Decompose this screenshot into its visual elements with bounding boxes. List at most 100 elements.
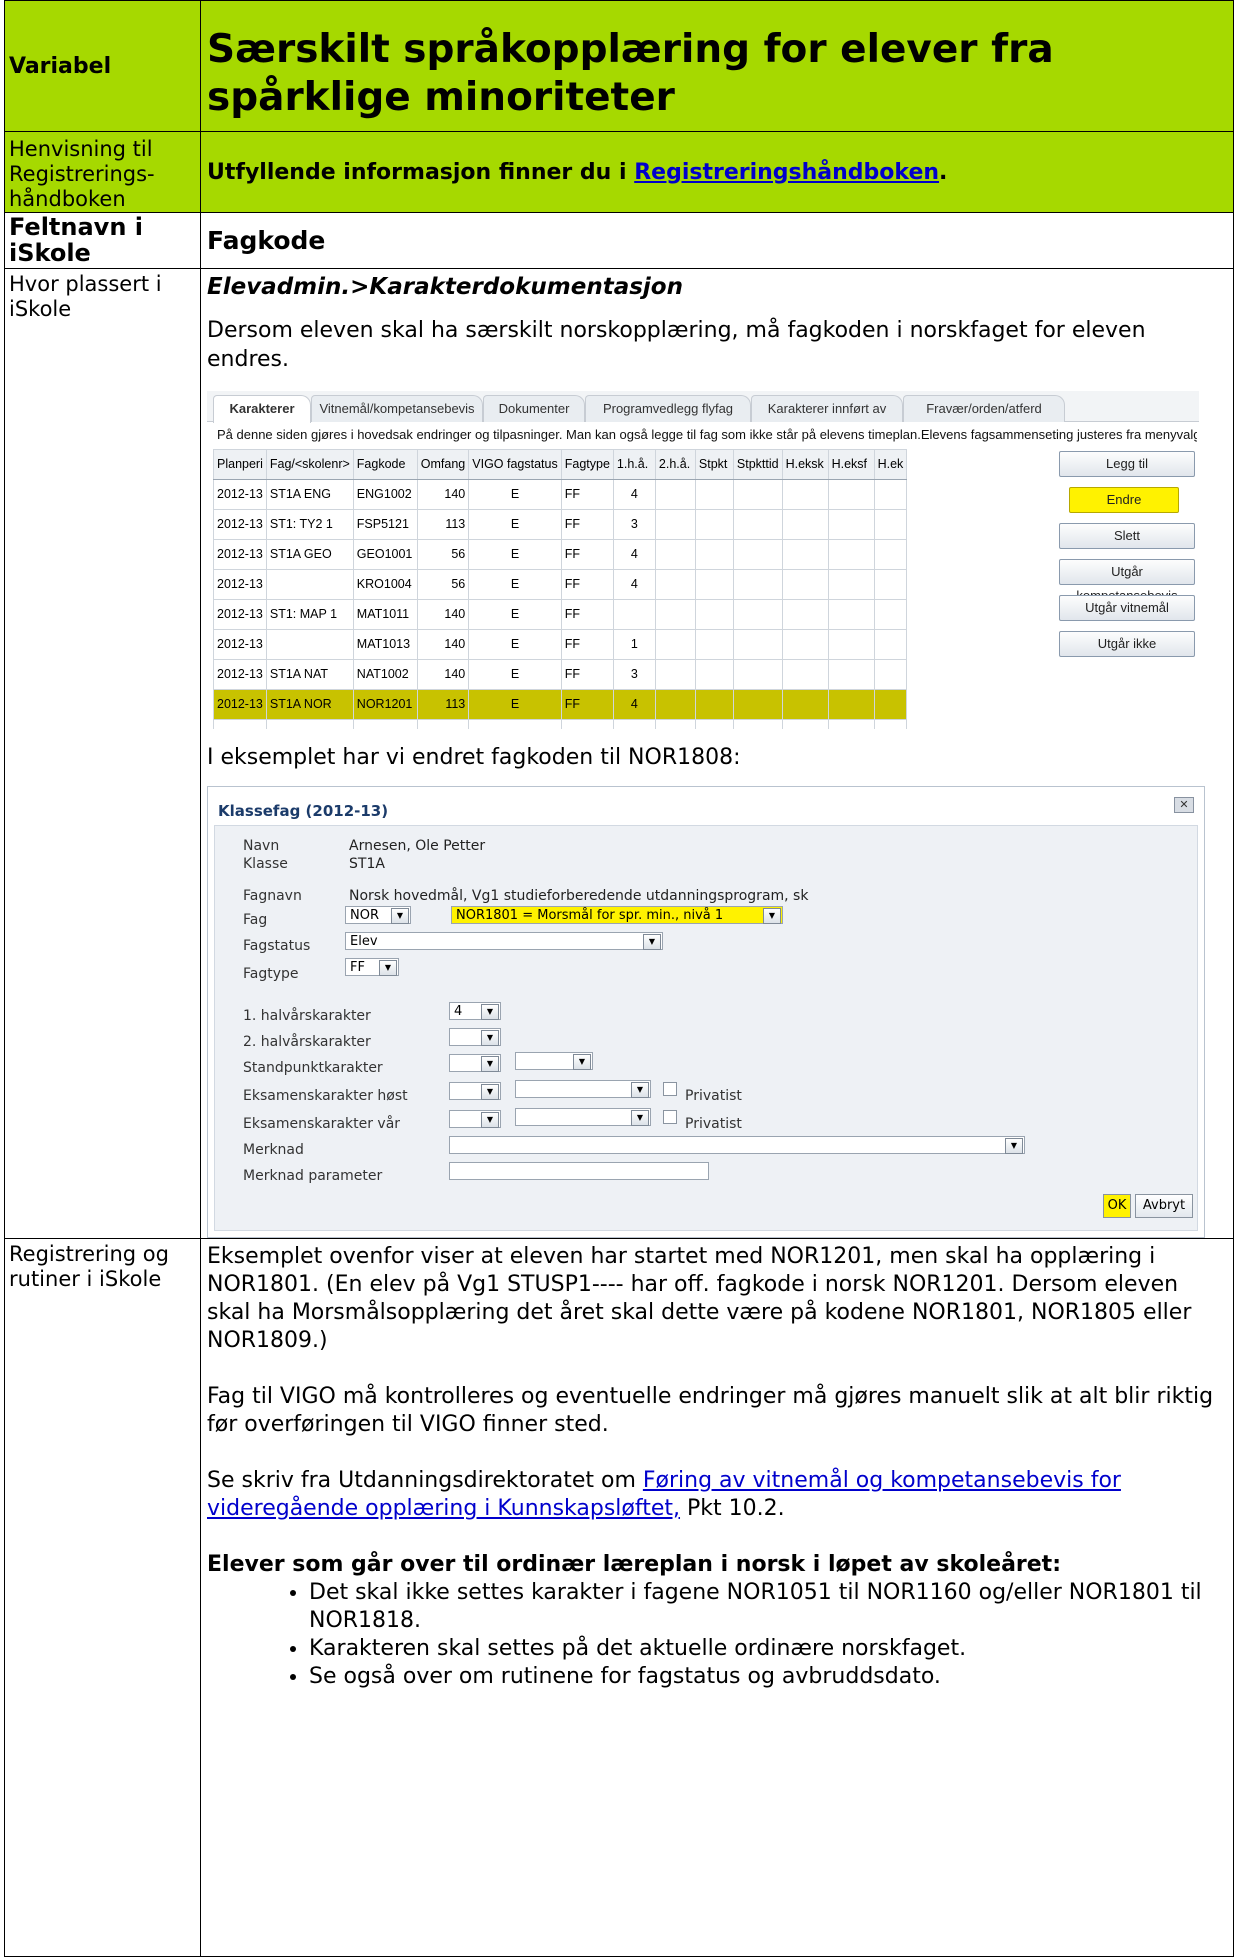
merknad-parameter-input[interactable] xyxy=(449,1162,709,1180)
privatist-var-checkbox[interactable] xyxy=(663,1110,677,1124)
slett-button[interactable]: Slett xyxy=(1059,523,1195,549)
table-cell: E xyxy=(468,479,562,510)
chevron-down-icon: ▼ xyxy=(481,1004,499,1020)
table-cell: 4 xyxy=(612,539,656,570)
eksamen-var-date-select[interactable]: ▼ xyxy=(515,1108,651,1126)
table-cell xyxy=(694,629,734,660)
table-cell: 2012-13 xyxy=(213,479,267,510)
fagkode-select-value: NOR1801 = Morsmål for spr. min., nivå 1 xyxy=(456,908,724,923)
table-cell: MAT1013 xyxy=(352,629,418,660)
tab-dokumenter[interactable]: Dokumenter xyxy=(483,395,585,422)
table-cell: ST1A GEO xyxy=(265,539,354,570)
standpunkt-select[interactable]: ▼ xyxy=(449,1054,501,1072)
chevron-down-icon: ▼ xyxy=(631,1082,649,1098)
tab-programvedlegg[interactable]: Programvedlegg flyfag xyxy=(585,395,751,422)
table-cell xyxy=(873,509,908,540)
tab-vitnemal[interactable]: Vitnemål/kompetansebevis xyxy=(311,395,483,422)
table-cell: KRO1004 xyxy=(352,569,418,600)
chevron-down-icon: ▼ xyxy=(379,960,397,976)
registration-p2: Fag til VIGO må kontrolleres og eventuel… xyxy=(207,1384,1214,1437)
eksamen-var-select[interactable]: ▼ xyxy=(449,1110,501,1128)
utgar-kompetansebevis-button[interactable]: Utgår kompetansebevis xyxy=(1059,559,1195,603)
table-cell: 2012-13 xyxy=(213,599,267,630)
registreringshandboken-link[interactable]: Registreringshåndboken xyxy=(634,160,939,185)
table-row[interactable]: 2012-13 MAT1013 140 E FF 1 xyxy=(213,629,908,660)
fagkode-select[interactable]: NOR1801 = Morsmål for spr. min., nivå 1 ▼ xyxy=(451,906,783,924)
table-row[interactable]: 2012-13 KRO1004 56 E FF 4 xyxy=(213,569,908,600)
table-cell xyxy=(732,509,783,540)
utgar-vitnemal-button[interactable]: Utgår vitnemål xyxy=(1059,595,1195,621)
table-cell: FF xyxy=(560,659,614,690)
fagtype-select[interactable]: FF ▼ xyxy=(345,958,399,976)
bullet-item: Se også over om rutinene for fagstatus o… xyxy=(309,1663,1227,1691)
column-header: Fag/<skolenr> xyxy=(265,449,354,480)
table-row[interactable]: 2012-13 ST1: MAP 1 MAT1011 140 E FF xyxy=(213,599,908,630)
fag-select[interactable]: NOR ▼ xyxy=(345,906,411,924)
fagtype-label: Fagtype xyxy=(243,966,299,982)
table-cell xyxy=(694,689,734,720)
placement-heading: Elevadmin.>Karakterdokumentasjon xyxy=(207,274,683,300)
table-cell xyxy=(827,659,875,690)
table-cell: 4 xyxy=(612,719,656,729)
endre-button[interactable]: Endre xyxy=(1069,487,1179,513)
fagstatus-select-value: Elev xyxy=(350,934,378,949)
table-cell: FF xyxy=(560,689,614,720)
standpunkt-date-select[interactable]: ▼ xyxy=(515,1052,593,1070)
table-row[interactable]: 2012-13 ST1A ENG ENG1002 140 E FF 4 xyxy=(213,479,908,510)
table-cell: FF xyxy=(560,599,614,630)
table-cell: E xyxy=(468,629,562,660)
table-cell: FF xyxy=(560,629,614,660)
table-row[interactable]: 2012-13 ST1A NAT NAT1002 140 E FF 3 xyxy=(213,659,908,690)
table-row[interactable]: 2012-13 ST1A GEO GEO1001 56 E FF 4 xyxy=(213,539,908,570)
table-cell: GEO1001 xyxy=(352,539,418,570)
dialog-title: Klassefag (2012-13) xyxy=(218,802,389,820)
eksamen-host-label: Eksamenskarakter høst xyxy=(243,1088,408,1104)
table-header: Planperi Fag/<skolenr> Fagkode Omfang VIGO f… xyxy=(213,449,908,480)
table-row[interactable]: 2012-13 ST1: TY2 1 FSP5121 113 E FF 3 xyxy=(213,509,908,540)
reference-text: Utfyllende informasjon finner du i Regis… xyxy=(200,131,1234,213)
fagstatus-select[interactable]: Elev ▼ xyxy=(345,932,663,950)
legg-til-button[interactable]: Legg til xyxy=(1059,451,1195,477)
avbryt-button[interactable]: Avbryt xyxy=(1135,1194,1193,1218)
table-cell xyxy=(654,509,696,540)
tab-karakterer-innfort[interactable]: Karakterer innført av xyxy=(751,395,903,422)
table-cell xyxy=(781,689,829,720)
merknad-select[interactable]: ▼ xyxy=(449,1136,1025,1154)
ok-button[interactable]: OK xyxy=(1103,1194,1131,1218)
h2-select[interactable]: ▼ xyxy=(449,1028,501,1046)
placement-label: Hvor plassert i iSkole xyxy=(4,268,201,1239)
table-cell: 2012-13 xyxy=(213,689,267,720)
merknad-label: Merknad xyxy=(243,1142,304,1158)
table-cell xyxy=(732,599,783,630)
column-header: Omfang xyxy=(416,449,470,480)
eksamen-host-date-select[interactable]: ▼ xyxy=(515,1080,651,1098)
variable-table: Variabel Særskilt språkopplæring for ele… xyxy=(4,0,1234,1957)
table-cell xyxy=(265,569,354,600)
table-cell xyxy=(654,539,696,570)
close-icon[interactable]: ✕ xyxy=(1174,797,1194,813)
privatist-host-checkbox[interactable] xyxy=(663,1082,677,1096)
table-cell: E xyxy=(468,509,562,540)
utgar-ikke-button[interactable]: Utgår ikke xyxy=(1059,631,1195,657)
table-cell: 140 xyxy=(416,599,470,630)
tab-karakterer[interactable]: Karakterer xyxy=(213,395,311,423)
table-row[interactable]: 2012-13 NOR12020EFF4 xyxy=(213,719,908,729)
registration-bold-heading: Elever som går over til ordinær læreplan… xyxy=(207,1552,1061,1577)
registration-content: Eksemplet ovenfor viser at eleven har st… xyxy=(200,1238,1234,1957)
table-cell xyxy=(873,599,908,630)
table-cell: NAT1002 xyxy=(352,659,418,690)
table-cell: 3 xyxy=(612,659,656,690)
table-cell: NOR1201 xyxy=(352,689,418,720)
table-cell xyxy=(694,719,734,729)
table-cell: 2012-13 xyxy=(213,719,267,729)
column-header: Planperi xyxy=(213,449,267,480)
table-cell xyxy=(654,569,696,600)
table-cell xyxy=(827,539,875,570)
h1-select[interactable]: 4 ▼ xyxy=(449,1002,501,1020)
table-row[interactable]: 2012-13 ST1A NOR NOR1201 113 E FF 4 xyxy=(213,689,908,720)
eksamen-host-select[interactable]: ▼ xyxy=(449,1082,501,1100)
table-cell xyxy=(781,629,829,660)
klasse-label: Klasse xyxy=(243,856,288,872)
tab-fravaer[interactable]: Fravær/orden/atferd xyxy=(903,395,1065,422)
column-header: H.eksf xyxy=(827,449,875,480)
